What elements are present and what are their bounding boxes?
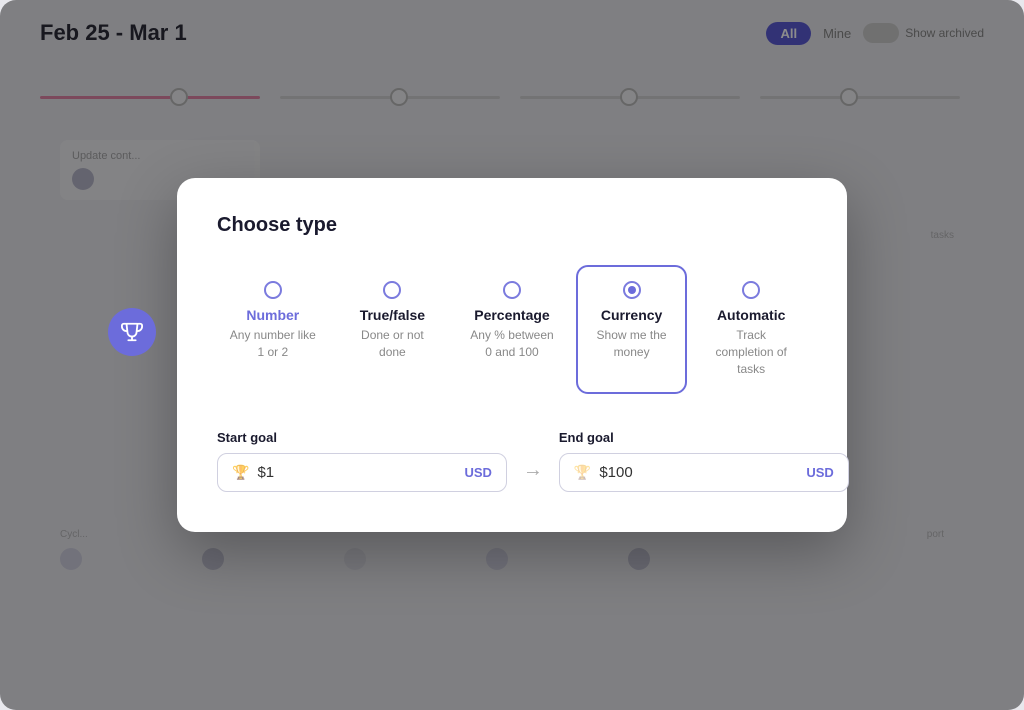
- type-desc-true-false: Done or not done: [349, 327, 437, 361]
- radio-currency: [623, 281, 641, 299]
- end-goal-currency: USD: [806, 465, 833, 480]
- type-label-number: Number: [246, 307, 299, 323]
- type-desc-automatic: Track completion of tasks: [707, 327, 795, 377]
- radio-true-false: [383, 281, 401, 299]
- end-goal-group: End goal 🏆 USD: [559, 430, 849, 492]
- type-option-true-false[interactable]: True/false Done or not done: [337, 265, 449, 393]
- type-label-percentage: Percentage: [474, 307, 549, 323]
- modal-title: Choose type: [217, 214, 807, 237]
- type-desc-percentage: Any % between 0 and 100: [468, 327, 556, 361]
- type-desc-currency: Show me the money: [588, 327, 676, 361]
- end-goal-label: End goal: [559, 430, 849, 445]
- radio-automatic: [742, 281, 760, 299]
- type-label-true-false: True/false: [360, 307, 425, 323]
- type-label-automatic: Automatic: [717, 307, 785, 323]
- type-label-currency: Currency: [601, 307, 662, 323]
- goal-inputs-row: Start goal 🏆 USD → End goal 🏆 USD: [217, 430, 807, 492]
- end-goal-input[interactable]: [599, 464, 798, 481]
- arrow-separator: →: [523, 459, 543, 492]
- type-options-container: Number Any number like 1 or 2 True/false…: [217, 265, 807, 393]
- type-option-number[interactable]: Number Any number like 1 or 2: [217, 265, 329, 393]
- start-goal-currency: USD: [464, 465, 491, 480]
- type-option-percentage[interactable]: Percentage Any % between 0 and 100: [456, 265, 568, 393]
- trophy-button-bg: [108, 308, 156, 356]
- start-goal-group: Start goal 🏆 USD: [217, 430, 507, 492]
- radio-number: [264, 281, 282, 299]
- start-goal-label: Start goal: [217, 430, 507, 445]
- type-desc-number: Any number like 1 or 2: [229, 327, 317, 361]
- modal-overlay: Choose type Number Any number like 1 or …: [0, 0, 1024, 710]
- type-option-automatic[interactable]: Automatic Track completion of tasks: [695, 265, 807, 393]
- choose-type-modal: Choose type Number Any number like 1 or …: [177, 178, 847, 531]
- trophy-icon-bg: [121, 321, 143, 343]
- start-goal-trophy-icon: 🏆: [232, 464, 249, 481]
- end-goal-input-wrap: 🏆 USD: [559, 453, 849, 492]
- start-goal-input-wrap: 🏆 USD: [217, 453, 507, 492]
- type-option-currency[interactable]: Currency Show me the money: [576, 265, 688, 393]
- radio-percentage: [503, 281, 521, 299]
- start-goal-input[interactable]: [257, 464, 456, 481]
- end-goal-trophy-icon: 🏆: [574, 464, 591, 481]
